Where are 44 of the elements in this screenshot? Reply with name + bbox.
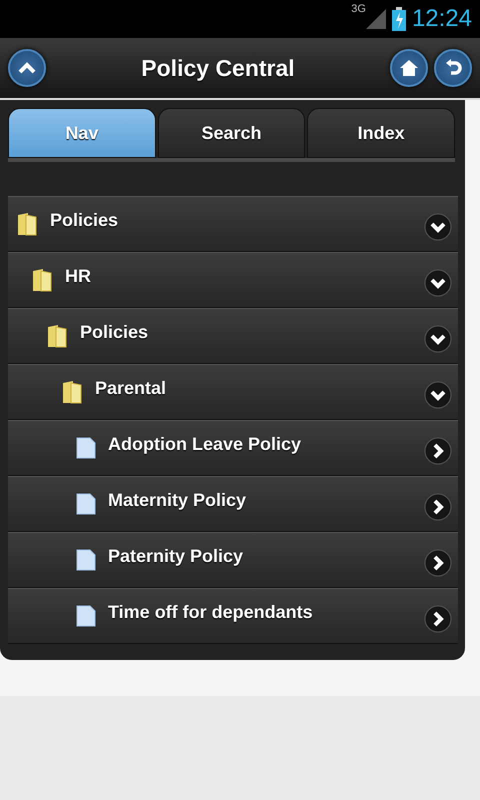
document-icon	[76, 437, 96, 459]
home-button[interactable]	[390, 49, 428, 87]
tree-item[interactable]: Maternity Policy	[8, 476, 458, 532]
up-button[interactable]	[8, 49, 46, 87]
clock: 12:24	[412, 5, 472, 33]
tree-item[interactable]: Parental	[8, 364, 458, 420]
tree-item[interactable]: Paternity Policy	[8, 532, 458, 588]
folder-icon	[16, 211, 38, 237]
chevron-right-icon[interactable]	[424, 437, 452, 465]
chevron-right-icon[interactable]	[424, 493, 452, 521]
battery-icon	[392, 7, 406, 31]
item-label: Adoption Leave Policy	[108, 434, 302, 454]
folder-icon	[31, 267, 53, 293]
tree-item[interactable]: Policies	[8, 308, 458, 364]
tab[interactable]: Index	[307, 108, 456, 158]
item-label: HR	[65, 266, 92, 286]
chevron-right-icon[interactable]	[424, 605, 452, 633]
chevron-down-icon[interactable]	[424, 269, 452, 297]
network-label: 3G	[351, 3, 366, 15]
item-label: Paternity Policy	[108, 546, 244, 566]
document-icon	[76, 605, 96, 627]
item-label: Time off for dependants	[108, 602, 314, 622]
item-label: Maternity Policy	[108, 490, 248, 510]
document-icon	[76, 549, 96, 571]
home-icon	[399, 59, 419, 77]
tab[interactable]: Search	[158, 108, 306, 158]
page-title: Policy Central	[140, 54, 296, 82]
folder-icon	[61, 379, 83, 405]
item-label: Policies	[80, 322, 150, 342]
chevron-up-icon	[17, 61, 37, 75]
item-label: Parental	[95, 378, 168, 398]
chevron-down-icon[interactable]	[424, 381, 452, 409]
tree-item[interactable]: Time off for dependants	[8, 588, 458, 644]
signal-icon	[366, 9, 386, 29]
document-icon	[76, 493, 96, 515]
tree-item[interactable]: HR	[8, 252, 458, 308]
back-button[interactable]	[434, 49, 472, 87]
folder-icon	[46, 323, 68, 349]
chevron-down-icon[interactable]	[424, 325, 452, 353]
chevron-right-icon[interactable]	[424, 549, 452, 577]
tree-item[interactable]: Adoption Leave Policy	[8, 420, 458, 476]
item-label: Policies	[50, 210, 120, 230]
chevron-down-icon[interactable]	[424, 213, 452, 241]
tree-item[interactable]: Policies	[8, 196, 458, 252]
